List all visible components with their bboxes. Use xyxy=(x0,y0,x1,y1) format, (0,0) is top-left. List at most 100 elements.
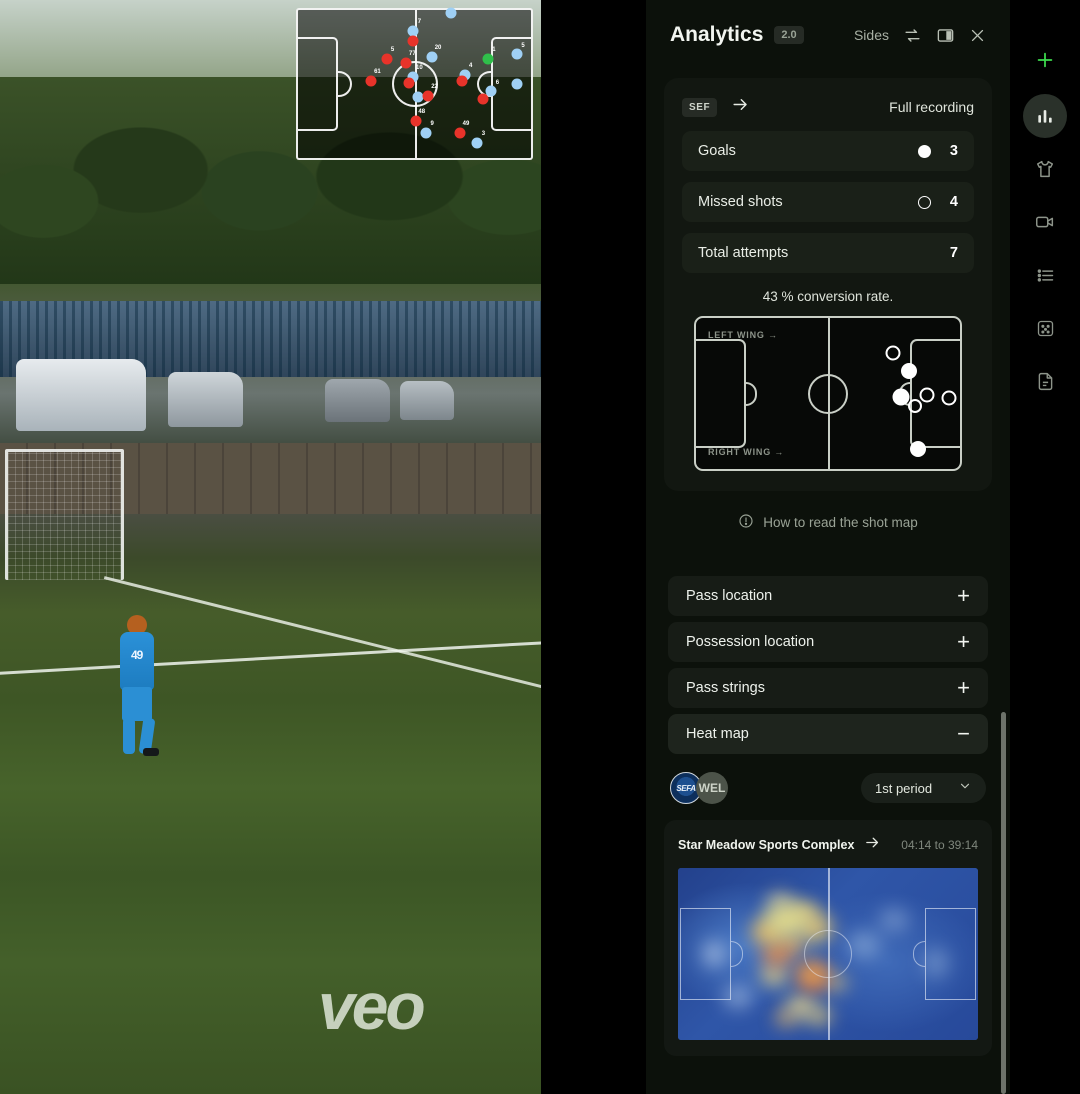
miss-marker-icon xyxy=(918,195,931,209)
video-camera-icon[interactable] xyxy=(1023,200,1067,244)
swap-sides-icon[interactable] xyxy=(903,26,922,45)
player-dot-number: 77 xyxy=(409,51,416,58)
sides-label[interactable]: Sides xyxy=(854,27,889,43)
analysis-accordion-list: Pass location + Possession location + Pass s… xyxy=(668,576,988,754)
expand-icon[interactable]: + xyxy=(957,585,970,607)
heat-map-card: Star Meadow Sports Complex 04:14 to 39:1… xyxy=(664,820,992,1056)
heat-map-pitch-overlay xyxy=(678,868,978,1040)
heat-map-visualization[interactable] xyxy=(678,868,978,1040)
player-dot xyxy=(381,53,393,65)
page-title: Analytics xyxy=(670,23,764,46)
player-dot-number: 49 xyxy=(462,120,470,127)
player-dot-number: 20 xyxy=(434,45,442,52)
add-icon[interactable] xyxy=(1023,38,1067,82)
info-icon xyxy=(738,513,754,532)
player-dot xyxy=(426,51,438,63)
conversion-rate-text: 43 % conversion rate. xyxy=(762,289,894,304)
player-dot-number: 22 xyxy=(431,83,438,90)
player-dot xyxy=(407,25,419,37)
shot-marker-miss[interactable] xyxy=(941,390,957,406)
stat-value: 4 xyxy=(949,194,958,210)
how-to-read-label: How to read the shot map xyxy=(763,515,918,530)
period-select-value: 1st period xyxy=(875,780,933,796)
player-dot xyxy=(410,115,422,127)
player-dot-number: 7 xyxy=(417,18,422,25)
close-icon[interactable] xyxy=(969,27,986,44)
collapse-icon[interactable]: − xyxy=(957,723,970,745)
parked-vehicles xyxy=(0,339,541,448)
player-dot xyxy=(456,75,468,87)
player-dot-number: 5 xyxy=(390,46,395,53)
stat-value: 7 xyxy=(949,245,958,261)
arrow-right-icon xyxy=(731,95,750,119)
wel-crest[interactable]: WEL xyxy=(696,772,728,804)
player-dot xyxy=(445,7,457,19)
team-tag: SEF xyxy=(682,97,718,117)
accordion-label: Possession location xyxy=(686,634,815,650)
shot-marker-miss[interactable] xyxy=(885,345,901,361)
player-dot xyxy=(403,77,415,89)
stat-row-goals[interactable]: Goals 3 xyxy=(682,131,974,171)
stat-row-total-attempts[interactable]: Total attempts 7 xyxy=(682,233,974,273)
shot-marker-miss[interactable] xyxy=(908,398,923,413)
stat-label: Missed shots xyxy=(698,194,783,210)
tactical-minimap[interactable]: 7 20 5 1 77 5 61 10 4 22 6 48 9 49 3 xyxy=(296,7,533,160)
shot-marker-goal[interactable] xyxy=(892,388,910,406)
formation-grid-icon[interactable] xyxy=(1023,306,1067,350)
recording-scope-label[interactable]: Full recording xyxy=(889,99,974,115)
list-icon[interactable] xyxy=(1023,253,1067,297)
panel-scrollbar[interactable] xyxy=(1001,712,1006,1094)
shot-marker-goal[interactable] xyxy=(900,362,917,379)
accordion-heat-map[interactable]: Heat map − xyxy=(668,714,988,754)
version-badge: 2.0 xyxy=(774,26,804,44)
shot-marker-goal[interactable] xyxy=(909,441,926,458)
player-dot xyxy=(412,91,424,103)
player-dot xyxy=(482,53,494,65)
panel-layout-icon[interactable] xyxy=(936,26,955,45)
player-dot xyxy=(454,127,466,139)
player-dot xyxy=(471,137,483,149)
player-dot-number: 61 xyxy=(374,69,381,76)
player-dot-number: 5 xyxy=(521,42,525,49)
player-on-pitch: 49 xyxy=(113,615,167,756)
accordion-possession-location[interactable]: Possession location + xyxy=(668,622,988,662)
heat-map-controls: SEFA WEL 1st period xyxy=(670,772,986,804)
left-wing-label: LEFT WING → xyxy=(708,330,778,340)
veo-watermark: veo xyxy=(318,969,426,1043)
player-dot-number: 1 xyxy=(492,46,496,53)
expand-icon[interactable]: + xyxy=(957,631,970,653)
player-dot-number: 9 xyxy=(430,120,434,127)
player-dot-number: 6 xyxy=(495,79,500,86)
video-player[interactable]: 49 veo 7 20 5 1 77 5 61 10 4 22 6 48 9 49 3 xyxy=(0,0,541,1094)
player-dot xyxy=(420,127,432,139)
shot-marker-miss[interactable] xyxy=(919,387,935,403)
shot-map[interactable]: LEFT WING → RIGHT WING → xyxy=(694,316,962,471)
period-select[interactable]: 1st period xyxy=(861,773,986,803)
expand-icon[interactable]: + xyxy=(957,677,970,699)
chevron-down-icon xyxy=(958,779,972,798)
arrow-right-icon[interactable] xyxy=(864,834,881,856)
stat-label: Goals xyxy=(698,143,736,159)
stat-row-missed-shots[interactable]: Missed shots 4 xyxy=(682,182,974,222)
venue-label: Star Meadow Sports Complex xyxy=(678,838,855,852)
player-jersey-number: 49 xyxy=(131,648,143,662)
player-dot xyxy=(477,93,489,105)
veo-analytics-app: 49 veo 7 20 5 1 77 5 61 10 4 22 6 48 9 49 3 Analytics … xyxy=(0,0,1080,1094)
player-dot-number: 48 xyxy=(418,109,426,116)
accordion-pass-location[interactable]: Pass location + xyxy=(668,576,988,616)
player-dot xyxy=(422,90,434,102)
player-dot-number: 4 xyxy=(468,63,473,70)
player-dot-number: 3 xyxy=(481,131,486,138)
player-dot xyxy=(511,48,523,60)
player-dot-number: 10 xyxy=(416,64,423,71)
right-wing-label: RIGHT WING → xyxy=(708,447,785,457)
goal-marker-icon xyxy=(918,144,931,158)
player-dot xyxy=(511,78,523,90)
how-to-read-shot-map-link[interactable]: How to read the shot map xyxy=(646,513,1010,532)
accordion-pass-strings[interactable]: Pass strings + xyxy=(668,668,988,708)
shot-summary-card: SEF Full recording Goals 3 Missed shots xyxy=(664,78,992,491)
analytics-bar-chart-icon[interactable] xyxy=(1023,94,1067,138)
tool-rail xyxy=(1010,0,1080,1094)
jersey-icon[interactable] xyxy=(1023,147,1067,191)
document-icon[interactable] xyxy=(1023,359,1067,403)
